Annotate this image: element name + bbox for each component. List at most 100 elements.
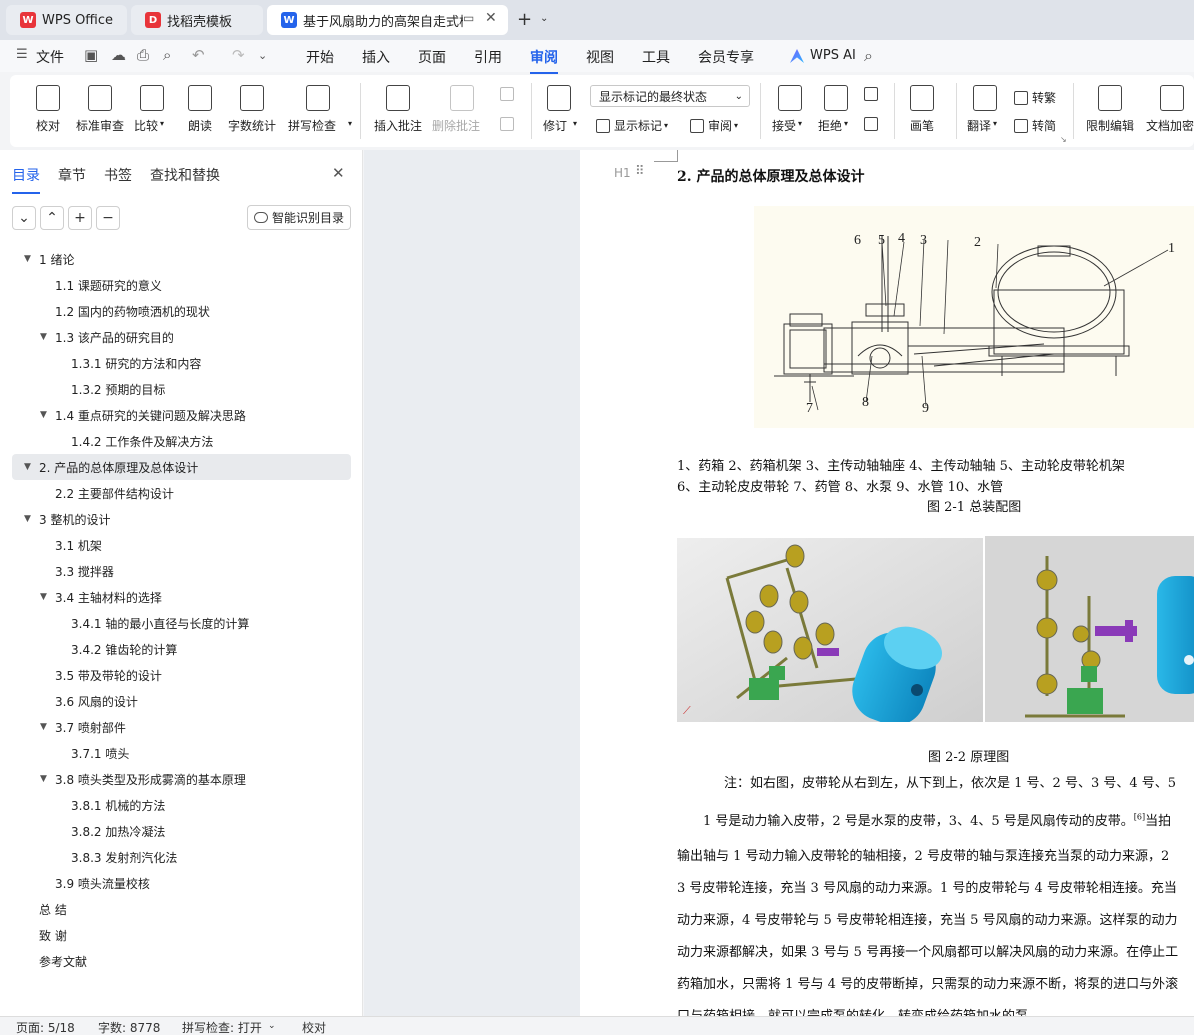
cloud-icon[interactable]: ☁	[111, 46, 126, 64]
expand-arrow-icon[interactable]: ▼	[24, 254, 31, 264]
close-panel-icon[interactable]: ✕	[332, 164, 345, 182]
toc-item[interactable]: ▼ 3.8 喷头类型及形成雾滴的基本原理	[0, 766, 363, 792]
redo-icon[interactable]: ↷	[232, 46, 245, 64]
expand-arrow-icon[interactable]: ▼	[40, 722, 47, 732]
next-change-button[interactable]	[864, 117, 882, 131]
toc-item[interactable]: 1.3.2 预期的目标	[0, 376, 363, 402]
hamburger-icon[interactable]: ☰	[16, 47, 28, 62]
expand-arrow-icon[interactable]: ▼	[24, 514, 31, 524]
search-icon[interactable]: ⌕	[864, 46, 873, 66]
toc-item[interactable]: 3.5 带及带轮的设计	[0, 662, 363, 688]
track-changes-button[interactable]: 修订 ▾	[543, 75, 577, 147]
display-state-select[interactable]: 显示标记的最终状态 ⌄	[590, 85, 750, 107]
menu-home[interactable]: 开始	[306, 47, 334, 67]
spell-check-indicator[interactable]: 拼写检查: 打开	[182, 1019, 262, 1035]
collapse-button[interactable]: ⌄	[12, 206, 36, 230]
expand-button[interactable]: ⌃	[40, 206, 64, 230]
drag-handle-icon[interactable]: ⠿	[635, 164, 644, 179]
more-icon[interactable]: ⌄	[258, 49, 267, 62]
print-preview-icon[interactable]: ⌕	[163, 46, 171, 64]
menu-member[interactable]: 会员专享	[698, 47, 754, 67]
tab-find-replace[interactable]: 查找和替换	[150, 165, 220, 185]
toc-item[interactable]: 1.1 课题研究的意义	[0, 272, 363, 298]
chevron-down-icon[interactable]: ⌄	[540, 13, 548, 24]
page-indicator[interactable]: 页面: 5/18	[16, 1019, 75, 1035]
toc-item[interactable]: 2.2 主要部件结构设计	[0, 480, 363, 506]
toc-item[interactable]: ▼ 1.3 该产品的研究目的	[0, 324, 363, 350]
toc-item[interactable]: 总 结	[0, 896, 363, 922]
document-page[interactable]: H1 ⠿ 2. 产品的总体原理及总体设计 6 5 4 3 2 1 7 8 9 1…	[580, 150, 1194, 1016]
menu-view[interactable]: 视图	[586, 47, 614, 67]
expand-arrow-icon[interactable]: ▼	[24, 462, 31, 472]
toc-item[interactable]: 3.6 风扇的设计	[0, 688, 363, 714]
next-comment-button[interactable]	[500, 117, 518, 131]
toc-item[interactable]: ▼ 3.7 喷射部件	[0, 714, 363, 740]
restrict-edit-button[interactable]: 限制编辑	[1086, 75, 1134, 147]
doc-encrypt-button[interactable]: 文档加密	[1146, 75, 1194, 147]
tab-wps-office[interactable]: W WPS Office	[6, 5, 127, 35]
menu-tools[interactable]: 工具	[642, 47, 670, 67]
word-count-indicator[interactable]: 字数: 8778	[98, 1019, 160, 1035]
close-tab-icon[interactable]: ✕	[485, 10, 497, 26]
screen-icon[interactable]: ▭	[463, 11, 474, 25]
expand-arrow-icon[interactable]: ▼	[40, 592, 47, 602]
menu-page[interactable]: 页面	[418, 47, 446, 67]
toc-item[interactable]: 3.8.2 加热冷凝法	[0, 818, 363, 844]
menu-wps-ai[interactable]: WPS AI	[810, 48, 856, 63]
print-icon[interactable]: ⎙	[137, 46, 149, 64]
undo-icon[interactable]: ↶	[192, 46, 205, 64]
tab-toc[interactable]: 目录	[12, 165, 40, 194]
expand-arrow-icon[interactable]: ▼	[40, 774, 47, 784]
toc-item[interactable]: ▼ 1 绪论	[0, 246, 363, 272]
tab-chapter[interactable]: 章节	[58, 165, 86, 185]
to-simplified-button[interactable]: 转简	[1014, 117, 1056, 134]
heading-level-badge[interactable]: H1	[614, 166, 631, 180]
toc-item[interactable]: 3.4.1 轴的最小直径与长度的计算	[0, 610, 363, 636]
menu-review[interactable]: 审阅	[530, 47, 558, 74]
tab-document[interactable]: W 基于风扇助力的高架自走式棉花 ▭ ✕	[267, 5, 508, 35]
review-pane-button[interactable]: 审阅 ▾	[690, 117, 738, 134]
toc-item[interactable]: 3.8.3 发射剂汽化法	[0, 844, 363, 870]
proof-indicator[interactable]: 校对	[302, 1019, 326, 1035]
proofread-button[interactable]: 校对	[34, 75, 62, 147]
show-markup-button[interactable]: 显示标记 ▾	[596, 117, 668, 134]
prev-change-button[interactable]	[864, 87, 882, 101]
accept-button[interactable]: 接受 ▾	[772, 75, 802, 147]
standard-review-button[interactable]: 标准审查	[76, 75, 124, 147]
menu-reference[interactable]: 引用	[474, 47, 502, 67]
tab-template[interactable]: D 找稻壳模板	[131, 5, 263, 35]
reject-button[interactable]: 拒绝 ▾	[818, 75, 848, 147]
new-tab-icon[interactable]: +	[517, 9, 532, 30]
expand-arrow-icon[interactable]: ▼	[40, 332, 47, 342]
add-heading-button[interactable]: +	[68, 206, 92, 230]
chevron-down-icon[interactable]: ⌄	[268, 1021, 276, 1031]
to-traditional-button[interactable]: 转繁	[1014, 89, 1056, 106]
toc-item[interactable]: 1.3.1 研究的方法和内容	[0, 350, 363, 376]
toc-item[interactable]: 致 谢	[0, 922, 363, 948]
smart-toc-button[interactable]: 智能识别目录	[247, 205, 351, 230]
toc-item[interactable]: ▼ 1.4 重点研究的关键问题及解决思路	[0, 402, 363, 428]
toc-item[interactable]: 3.7.1 喷头	[0, 740, 363, 766]
toc-item[interactable]: 3.3 搅拌器	[0, 558, 363, 584]
wps-ai-icon[interactable]	[790, 49, 804, 63]
toc-item[interactable]: ▼ 3 整机的设计	[0, 506, 363, 532]
toc-item[interactable]: ▼ 2. 产品的总体原理及总体设计	[12, 454, 351, 480]
tab-bookmark[interactable]: 书签	[104, 165, 132, 185]
toc-item[interactable]: 3.8.1 机械的方法	[0, 792, 363, 818]
toc-item[interactable]: 1.4.2 工作条件及解决方法	[0, 428, 363, 454]
expand-arrow-icon[interactable]: ▼	[40, 410, 47, 420]
pen-button[interactable]: 画笔	[910, 75, 934, 147]
translate-button[interactable]: 翻译 ▾	[967, 75, 997, 147]
spell-check-button[interactable]: 拼写检查 ▾	[288, 75, 352, 147]
toc-item[interactable]: 1.2 国内的药物喷洒机的现状	[0, 298, 363, 324]
menu-file[interactable]: 文件	[36, 47, 64, 67]
read-aloud-button[interactable]: 朗读	[188, 75, 212, 147]
prev-comment-button[interactable]	[500, 87, 518, 101]
toc-item[interactable]: ▼ 3.4 主轴材料的选择	[0, 584, 363, 610]
toc-item[interactable]: 3.1 机架	[0, 532, 363, 558]
save-icon[interactable]: ▣	[84, 46, 98, 64]
menu-insert[interactable]: 插入	[362, 47, 390, 67]
compare-button[interactable]: 比较 ▾	[134, 75, 164, 147]
toc-item[interactable]: 参考文献	[0, 948, 363, 974]
expand-dialog-icon[interactable]: ↘	[1060, 135, 1067, 144]
